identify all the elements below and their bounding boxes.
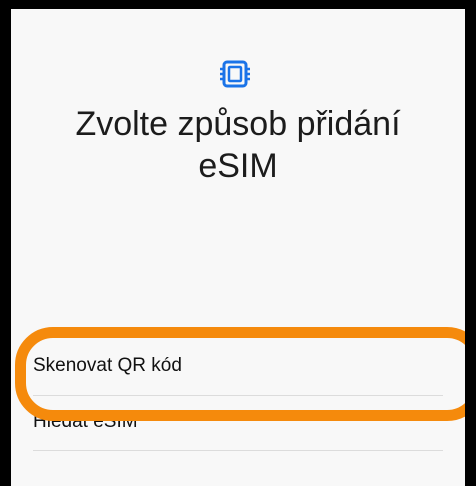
esim-setup-screen: Zvolte způsob přidání eSIM Skenovat QR k…	[11, 9, 465, 486]
search-esim-option[interactable]: Hledat eSIM	[33, 411, 445, 433]
divider	[33, 395, 443, 396]
page-title-line-1: Zvolte způsob přidání	[75, 105, 401, 143]
scan-qr-code-option[interactable]: Skenovat QR kód	[33, 355, 445, 377]
page-title-line-2: eSIM	[198, 147, 278, 185]
esim-card-icon	[220, 60, 250, 88]
page-title: Zvolte způsob přidání eSIM	[11, 103, 465, 187]
divider	[33, 450, 443, 451]
